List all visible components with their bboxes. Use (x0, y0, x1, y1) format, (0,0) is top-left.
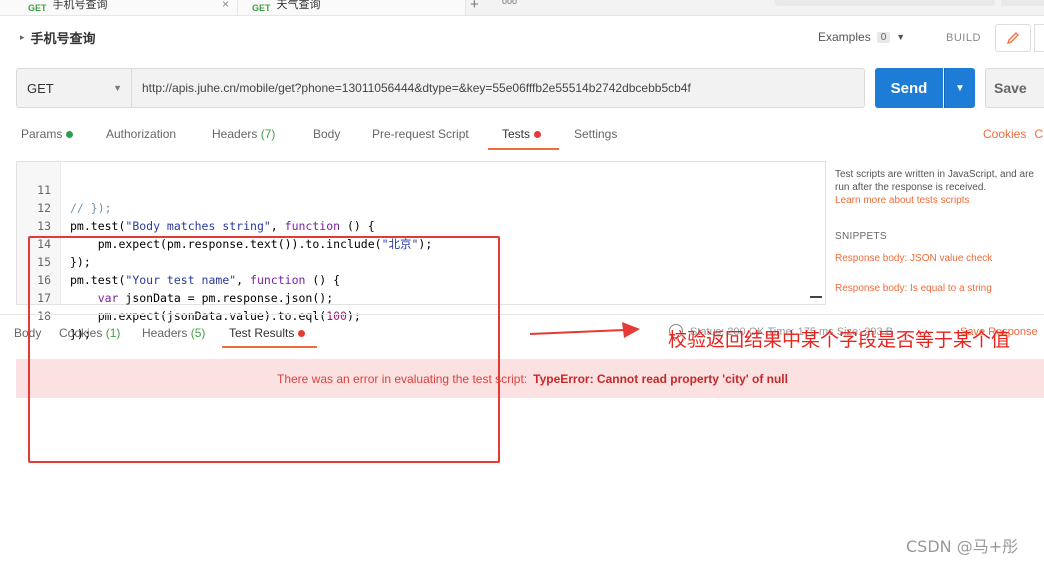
comments-button[interactable] (1034, 24, 1044, 52)
csdn-watermark: CSDN @马+彤 (906, 537, 1019, 556)
cookies-link[interactable]: Cookies C (983, 127, 1043, 141)
examples-count: 0 (876, 31, 891, 43)
tab-headers[interactable]: Headers (7) (212, 127, 275, 141)
tests-help-panel: Test scripts are written in JavaScript, … (835, 168, 1044, 207)
tab-pre-request-script[interactable]: Pre-request Script (372, 127, 469, 141)
examples-dropdown[interactable]: Examples 0 ▼ (818, 30, 905, 44)
url-input[interactable]: http://apis.juhe.cn/mobile/get?phone=130… (131, 68, 865, 108)
edit-button[interactable] (995, 24, 1031, 52)
method-select[interactable]: GET ▼ (16, 68, 132, 108)
save-button[interactable]: Save (985, 68, 1044, 108)
new-tab-plus-icon[interactable]: + (470, 0, 479, 13)
tab-authorization[interactable]: Authorization (106, 127, 176, 141)
code-line: 14 }); (17, 217, 91, 269)
tab-count: (7) (260, 127, 276, 141)
close-tab-icon[interactable]: × (222, 0, 229, 11)
help-text: Test scripts are written in JavaScript, … (835, 169, 1034, 193)
tab-params[interactable]: Params (21, 127, 74, 141)
annotation-arrow-icon (529, 322, 640, 338)
error-message: TypeError: Cannot read property 'city' o… (533, 371, 788, 386)
tests-status-dot (534, 131, 542, 139)
tab-tests[interactable]: Tests (502, 127, 542, 141)
annotation-note: 校验返回结果中某个字段是否等于某个值 (668, 329, 1011, 351)
examples-label: Examples (818, 30, 871, 44)
tab-body[interactable]: Body (313, 127, 340, 141)
cookies-label: Cookies (983, 127, 1027, 141)
tab-label: Params (21, 127, 63, 141)
editor-resize-handle[interactable] (810, 296, 822, 298)
send-button[interactable]: Send (875, 68, 943, 108)
tab-label: Tests (502, 127, 531, 141)
chevron-down-icon: ▼ (896, 32, 906, 42)
annotation-highlight-box (28, 236, 500, 463)
tab-method: GET (252, 2, 271, 13)
snippet-equal-to-string[interactable]: Response body: Is equal to a string (835, 283, 992, 294)
more-tabs-icon[interactable]: ooo (502, 0, 517, 6)
tab-method: GET (28, 2, 47, 13)
pencil-icon (1006, 32, 1019, 45)
code-link-truncated: C (1034, 127, 1044, 141)
tab-title: 天气查询 (276, 0, 321, 11)
method-value: GET (27, 80, 54, 96)
caret-right-icon[interactable]: ▸ (20, 32, 25, 43)
code-line: 12 pm.test("Body matches string", functi… (17, 181, 375, 233)
chevron-down-icon: ▼ (113, 83, 122, 93)
params-status-dot (66, 131, 74, 139)
snippet-json-value-check[interactable]: Response body: JSON value check (835, 253, 992, 264)
learn-more-link[interactable]: Learn more about tests scripts (835, 194, 1044, 207)
code-line: 13 pm.expect(pm.response.text()).to.incl… (17, 199, 432, 251)
code-line: 11 // }); (17, 163, 111, 215)
snippets-heading: SNIPPETS (835, 231, 887, 242)
request-tab-phone[interactable]: GET 手机号查询 × (0, 0, 238, 15)
tab-label: Headers (212, 127, 258, 141)
active-tab-indicator (488, 148, 559, 150)
request-title: 手机号查询 (30, 31, 96, 46)
url-value: http://apis.juhe.cn/mobile/get?phone=130… (142, 81, 691, 95)
environment-selector[interactable] (775, 0, 995, 6)
send-options-chevron-icon[interactable]: ▼ (944, 68, 975, 108)
build-mode-toggle[interactable]: BUILD (946, 32, 981, 44)
request-name[interactable]: ▸ 手机号查询 (20, 28, 96, 47)
tab-title: 手机号查询 (52, 0, 108, 11)
tab-settings[interactable]: Settings (574, 127, 617, 141)
environment-quicklook[interactable] (1001, 0, 1044, 6)
request-tab-weather[interactable]: GET 天气查询 (238, 0, 466, 15)
